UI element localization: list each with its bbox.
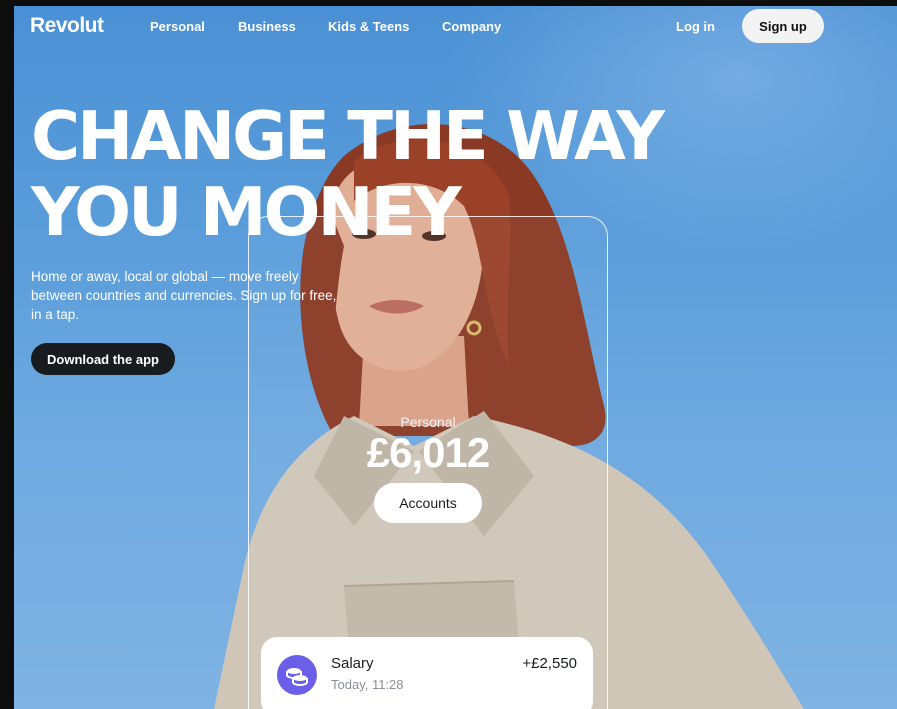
transaction-amount: +£2,550 bbox=[522, 655, 577, 672]
nav-link-personal[interactable]: Personal bbox=[150, 19, 205, 34]
download-app-button[interactable]: Download the app bbox=[31, 343, 175, 375]
login-link[interactable]: Log in bbox=[676, 19, 715, 34]
top-navigation: Revolut Personal Business Kids & Teens C… bbox=[14, 6, 897, 46]
phone-frame: Personal £6,012 Accounts Salary Today, 1… bbox=[248, 216, 608, 709]
hero-title-line-1: CHANGE THE WAY bbox=[31, 97, 665, 175]
nav-link-business[interactable]: Business bbox=[238, 19, 296, 34]
signup-button[interactable]: Sign up bbox=[742, 9, 824, 43]
account-balance: £6,012 bbox=[366, 429, 490, 476]
nav-link-kids-teens[interactable]: Kids & Teens bbox=[328, 19, 409, 34]
transaction-card[interactable]: Salary Today, 11:28 +£2,550 bbox=[261, 637, 593, 709]
account-label: Personal bbox=[400, 414, 456, 430]
transaction-time: Today, 11:28 bbox=[331, 677, 404, 692]
revolut-logo[interactable]: Revolut bbox=[30, 14, 104, 38]
accounts-button[interactable]: Accounts bbox=[374, 483, 482, 523]
coins-icon bbox=[277, 655, 317, 695]
nav-link-company[interactable]: Company bbox=[442, 19, 501, 34]
transaction-title: Salary bbox=[331, 655, 374, 672]
page-frame: Revolut Personal Business Kids & Teens C… bbox=[14, 6, 897, 709]
